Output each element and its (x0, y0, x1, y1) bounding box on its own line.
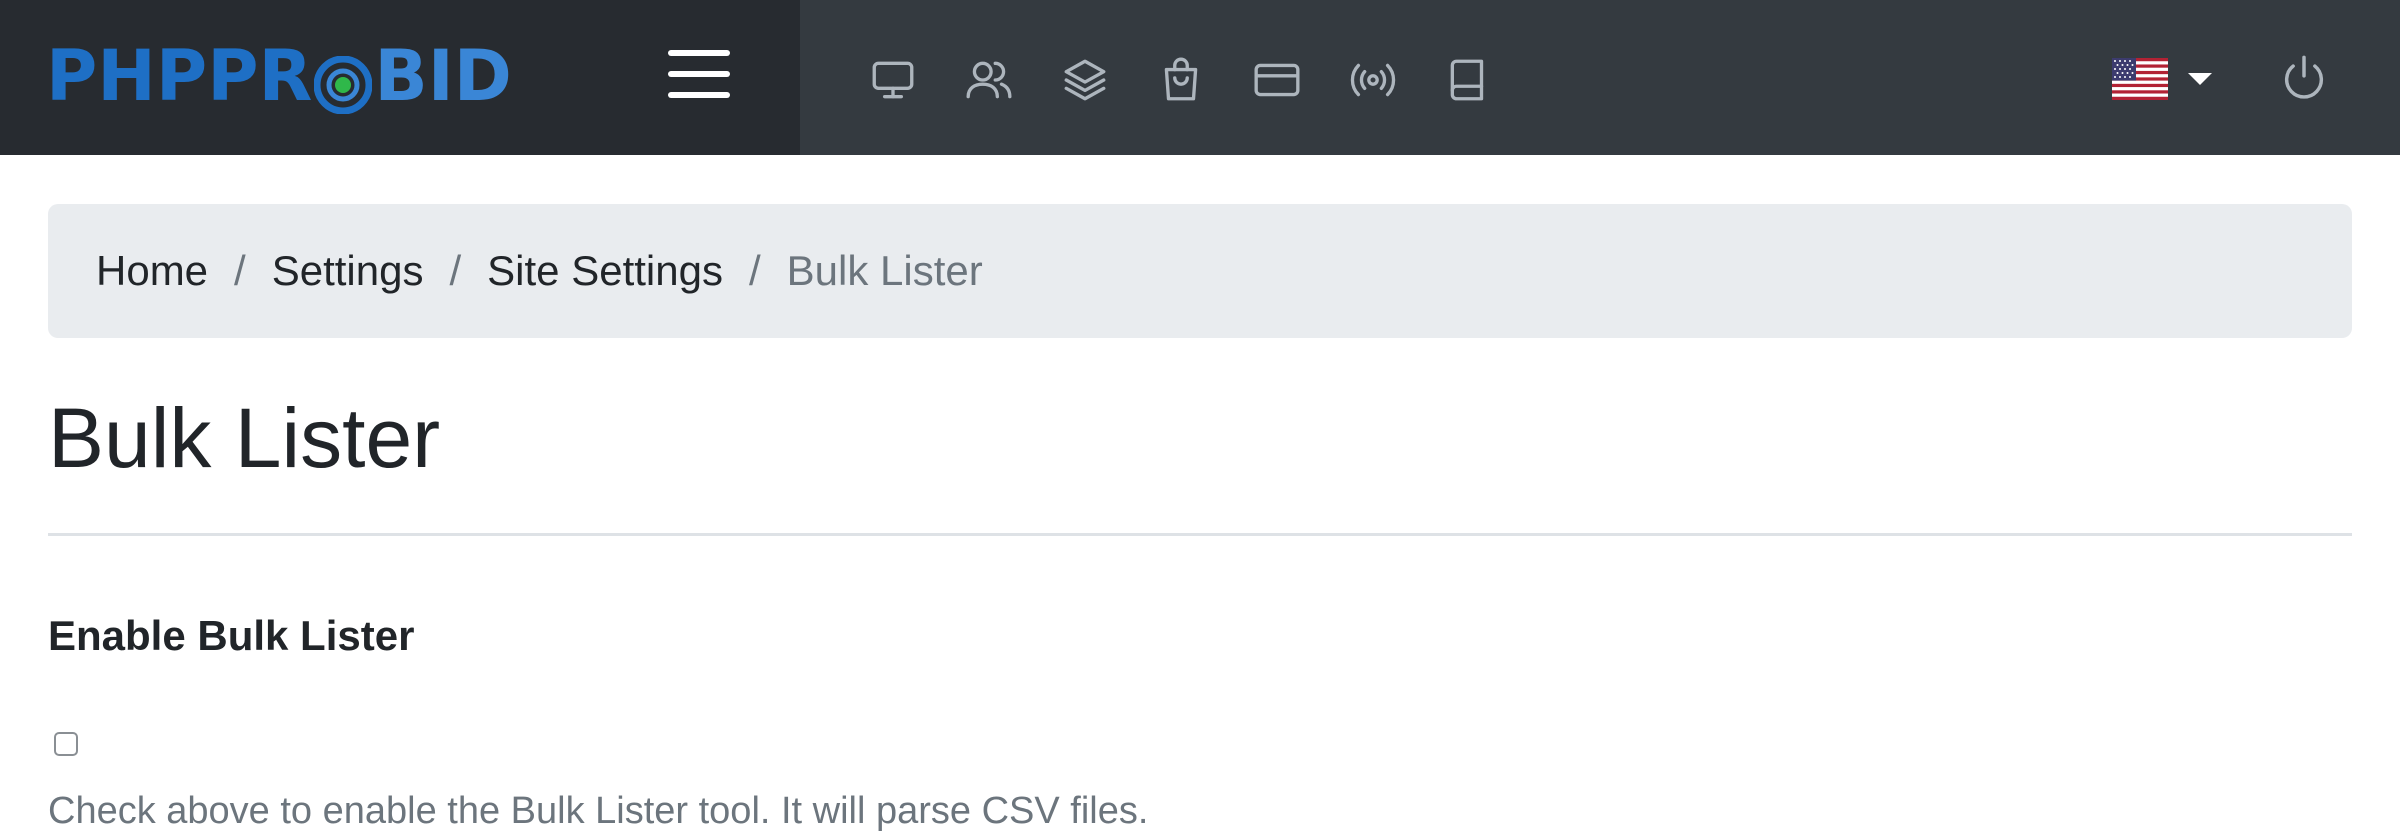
breadcrumb: Home / Settings / Site Settings / Bulk L… (48, 204, 2352, 338)
logo-target-icon (313, 49, 373, 115)
brand-area: PHPPR BID (0, 0, 800, 155)
breadcrumb-home[interactable]: Home (96, 247, 208, 295)
shopping-bag-icon[interactable] (1156, 52, 1252, 108)
page-title: Bulk Lister (48, 391, 441, 485)
breadcrumb-site-settings[interactable]: Site Settings (487, 247, 723, 295)
logo[interactable]: PHPPR BID (46, 35, 512, 117)
power-icon[interactable] (2278, 52, 2330, 104)
menu-toggle-button[interactable] (668, 50, 730, 98)
language-dropdown[interactable] (2112, 58, 2212, 100)
book-icon[interactable] (1444, 52, 1540, 108)
divider (48, 533, 2352, 536)
us-flag-icon (2112, 58, 2168, 100)
credit-card-icon[interactable] (1252, 52, 1348, 108)
enable-bulk-lister-checkbox[interactable] (54, 732, 78, 756)
caret-down-icon (2188, 73, 2212, 85)
breadcrumb-separator: / (234, 247, 246, 294)
breadcrumb-separator: / (449, 247, 462, 294)
logo-text-part1: PHPPR (46, 35, 313, 117)
nav-icons (868, 52, 1540, 108)
layers-icon[interactable] (1060, 52, 1156, 108)
monitor-icon[interactable] (868, 52, 964, 108)
broadcast-icon[interactable] (1348, 52, 1444, 108)
breadcrumb-settings[interactable]: Settings (272, 247, 424, 295)
enable-bulk-lister-label: Enable Bulk Lister (48, 612, 415, 659)
breadcrumb-separator: / (748, 247, 761, 294)
logo-text-part2: BID (374, 35, 512, 117)
breadcrumb-current: Bulk Lister (786, 247, 983, 294)
top-navbar: PHPPR BID (0, 0, 2400, 155)
users-icon[interactable] (964, 52, 1060, 108)
help-text: Check above to enable the Bulk Lister to… (48, 790, 1149, 832)
